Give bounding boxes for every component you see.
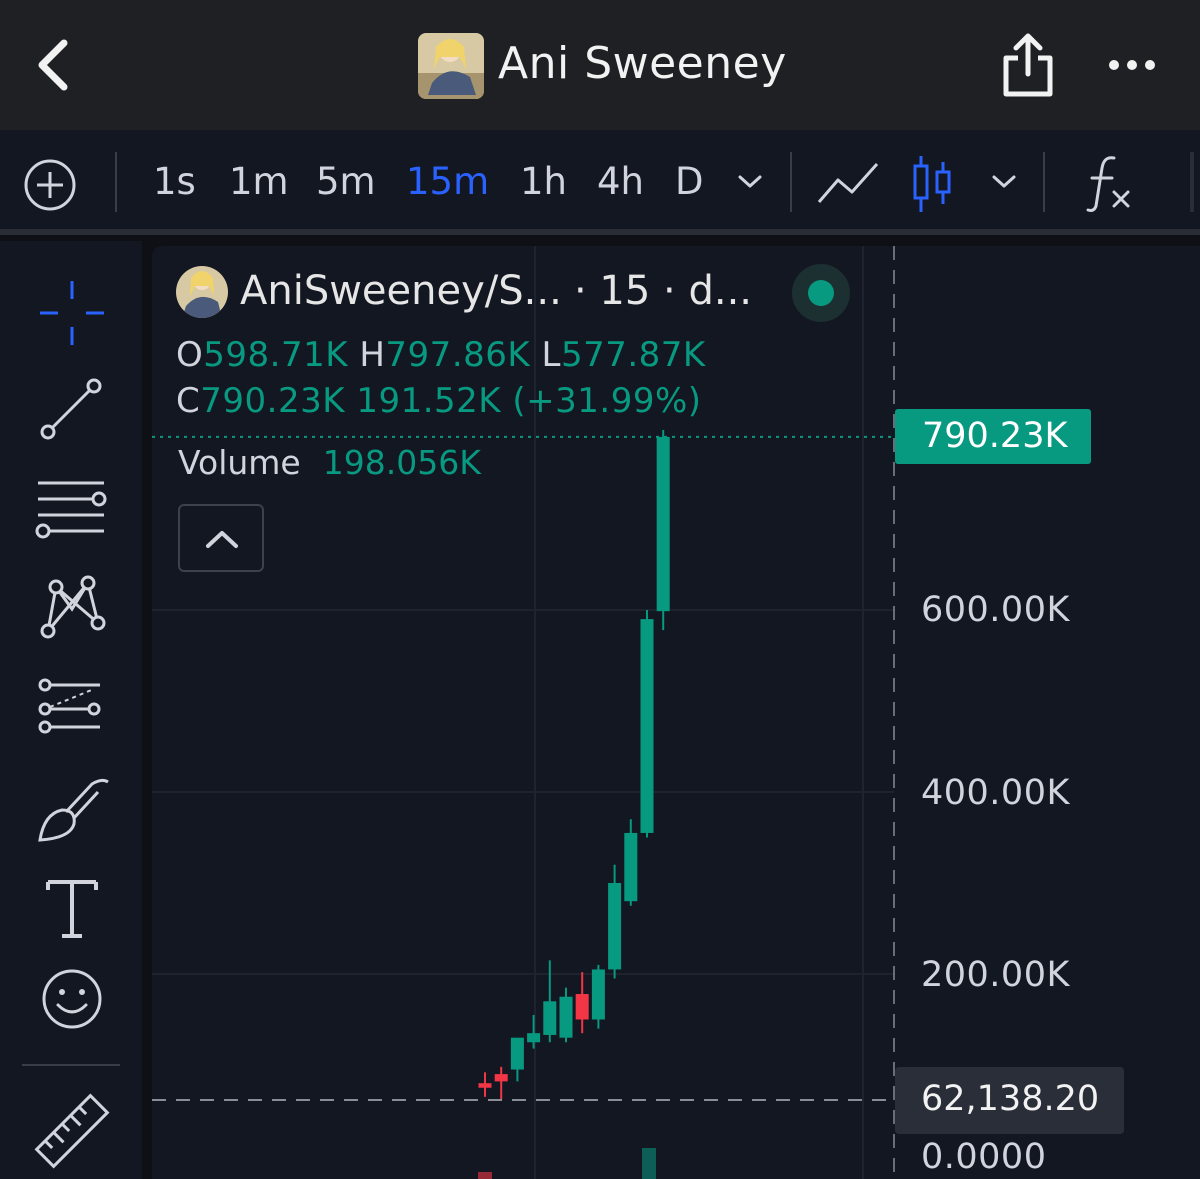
candle-body bbox=[608, 883, 622, 970]
candle-body bbox=[640, 619, 654, 833]
interval-4h[interactable]: 4h bbox=[597, 160, 644, 203]
toolbar-divider bbox=[1043, 152, 1045, 212]
symbol-interval-exchange: · 15 · d... bbox=[574, 268, 753, 314]
candle-body bbox=[478, 1083, 492, 1088]
volume-bar bbox=[642, 1148, 656, 1179]
toolbar-divider bbox=[115, 152, 117, 212]
candle-body bbox=[656, 436, 670, 612]
interval-d[interactable]: D bbox=[675, 160, 704, 203]
price-axis-label: 0.0000 bbox=[921, 1137, 1047, 1177]
volume-legend: Volume 198.056K bbox=[178, 443, 481, 482]
chevron-down-icon[interactable] bbox=[990, 172, 1018, 192]
candle-body bbox=[559, 996, 573, 1038]
low-value: 577.87K bbox=[560, 335, 706, 375]
volume-bar bbox=[478, 1172, 492, 1179]
close-value: 790.23K bbox=[200, 381, 346, 421]
price-axis-label: 400.00K bbox=[921, 773, 1070, 813]
crosshair-icon[interactable] bbox=[30, 271, 114, 355]
candle-body bbox=[527, 1033, 541, 1043]
horizontal-lines-icon[interactable] bbox=[30, 465, 114, 549]
more-icon[interactable] bbox=[1104, 50, 1160, 80]
ohlc-row-1: O598.71K H797.86K L577.87K bbox=[176, 335, 706, 375]
fib-retracement-icon[interactable] bbox=[30, 665, 114, 749]
close-label: C bbox=[176, 381, 201, 421]
back-icon[interactable] bbox=[30, 35, 80, 95]
line-chart-icon[interactable] bbox=[816, 160, 880, 206]
chevron-down-icon[interactable] bbox=[736, 172, 764, 192]
interval-5m[interactable]: 5m bbox=[316, 160, 376, 203]
text-icon[interactable] bbox=[30, 868, 114, 952]
share-icon[interactable] bbox=[998, 32, 1058, 100]
open-label: O bbox=[176, 335, 204, 375]
panel-divider bbox=[22, 1064, 120, 1066]
brush-icon[interactable] bbox=[30, 768, 114, 852]
low-label: L bbox=[541, 335, 561, 375]
page-title: Ani Sweeney bbox=[498, 38, 787, 89]
candle-body bbox=[575, 994, 589, 1020]
token-avatar bbox=[418, 33, 484, 99]
function-icon[interactable] bbox=[1084, 154, 1134, 212]
chart-toolbar: 1s 1m 5m 15m 1h 4h D bbox=[0, 130, 1200, 235]
candlestick-icon[interactable] bbox=[910, 154, 954, 214]
open-value: 598.71K bbox=[203, 335, 349, 375]
chevron-up-icon bbox=[206, 531, 238, 548]
volume-label: Volume bbox=[178, 443, 301, 482]
symbol-name[interactable]: AniSweeney/S... bbox=[240, 268, 562, 314]
crosshair-price-label: 62,138.20 bbox=[895, 1067, 1124, 1134]
last-price-label: 790.23K bbox=[895, 409, 1091, 464]
volume-value: 198.056K bbox=[322, 443, 481, 482]
candle-body bbox=[591, 969, 605, 1020]
market-status-indicator[interactable] bbox=[792, 264, 850, 322]
candle-body bbox=[543, 1001, 557, 1035]
trend-line-icon[interactable] bbox=[30, 368, 114, 452]
ohlc-row-2: C790.23K 191.52K (+31.99%) bbox=[176, 381, 702, 421]
toolbar-overflow-edge bbox=[1190, 152, 1194, 212]
price-axis-label: 200.00K bbox=[921, 955, 1070, 995]
toolbar-divider bbox=[790, 152, 792, 212]
candle-body bbox=[624, 832, 638, 902]
interval-15m[interactable]: 15m bbox=[406, 160, 489, 203]
high-value: 797.86K bbox=[385, 335, 531, 375]
candles-group bbox=[478, 429, 670, 1100]
candle-body bbox=[494, 1074, 508, 1082]
price-axis-label: 600.00K bbox=[921, 590, 1070, 630]
change-value: 191.52K (+31.99%) bbox=[356, 381, 702, 421]
drawing-tools-panel bbox=[0, 241, 142, 1179]
interval-1s[interactable]: 1s bbox=[153, 160, 196, 203]
ruler-icon[interactable] bbox=[30, 1089, 114, 1173]
symbol-avatar bbox=[176, 266, 228, 318]
interval-1h[interactable]: 1h bbox=[520, 160, 567, 203]
collapse-legend-button[interactable] bbox=[178, 504, 264, 572]
emoji-icon[interactable] bbox=[30, 957, 114, 1041]
top-nav-bar: Ani Sweeney bbox=[0, 0, 1200, 130]
pattern-icon[interactable] bbox=[30, 565, 114, 649]
plus-circle-icon[interactable] bbox=[22, 157, 78, 213]
interval-1m[interactable]: 1m bbox=[229, 160, 289, 203]
high-label: H bbox=[359, 335, 386, 375]
candle-body bbox=[510, 1037, 524, 1070]
